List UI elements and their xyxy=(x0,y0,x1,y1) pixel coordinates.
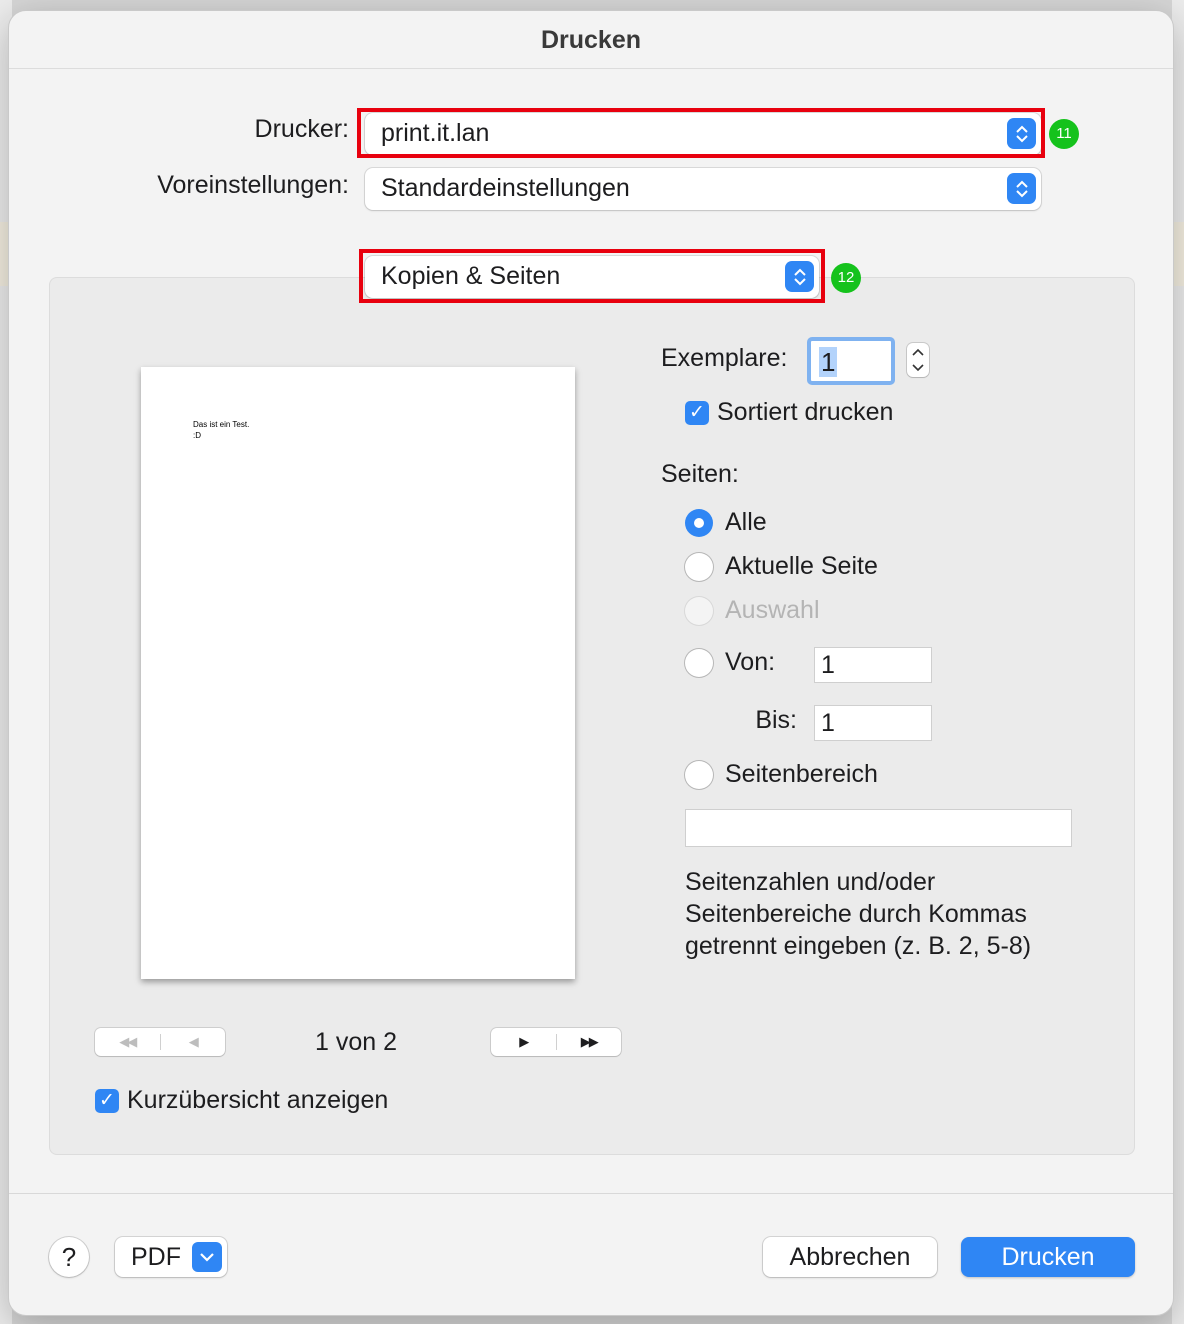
chevron-down-icon[interactable] xyxy=(912,364,924,372)
last-page-icon[interactable]: ▶▶ xyxy=(557,1034,622,1050)
footer-divider xyxy=(9,1193,1173,1194)
collate-label: Sortiert drucken xyxy=(717,398,894,426)
preview-text-line: :D xyxy=(193,431,201,440)
radio-page-range-label: Seitenbereich xyxy=(725,760,878,788)
page-range-help: Seitenzahlen und/oder Seitenbereiche dur… xyxy=(685,866,1031,962)
next-page-icon[interactable]: ▶ xyxy=(491,1034,556,1050)
from-page-field[interactable]: 1 xyxy=(814,647,932,683)
first-page-icon[interactable]: ◀◀ xyxy=(95,1034,160,1050)
chevron-down-icon xyxy=(192,1242,222,1272)
annotation-badge-printer: 11 xyxy=(1049,119,1079,149)
collate-checkbox[interactable]: ✓ xyxy=(685,401,709,425)
page-indicator: 1 von 2 xyxy=(315,1028,398,1056)
print-dialog: Drucken Drucker: print.it.lan 11 Voreins… xyxy=(8,10,1174,1316)
help-line: getrennt eingeben (z. B. 2, 5-8) xyxy=(685,932,1032,960)
radio-page-range[interactable] xyxy=(685,761,713,789)
preview-nav-back-group: ◀◀ ◀ xyxy=(95,1028,225,1056)
cancel-button[interactable]: Abbrechen xyxy=(763,1237,937,1277)
to-label: Bis: xyxy=(755,706,797,734)
printer-label: Drucker: xyxy=(254,115,349,143)
pages-label: Seiten: xyxy=(661,460,739,488)
show-thumbnails-label: Kurzübersicht anzeigen xyxy=(127,1086,389,1114)
to-page-field[interactable]: 1 xyxy=(814,705,932,741)
radio-all[interactable] xyxy=(685,509,713,537)
chevron-updown-icon xyxy=(1007,173,1036,204)
copies-stepper[interactable] xyxy=(907,343,929,377)
pdf-menu-button[interactable]: PDF xyxy=(115,1237,227,1277)
page-preview: Das ist ein Test. :D xyxy=(141,367,575,979)
copies-value: 1 xyxy=(819,347,838,377)
printer-highlight-box xyxy=(357,108,1045,158)
radio-current-page[interactable] xyxy=(685,553,713,581)
radio-from[interactable] xyxy=(685,649,713,677)
pdf-label: PDF xyxy=(131,1243,181,1271)
previous-page-icon[interactable]: ◀ xyxy=(161,1034,226,1050)
presets-value: Standardeinstellungen xyxy=(381,174,630,202)
show-thumbnails-checkbox[interactable]: ✓ xyxy=(95,1089,119,1113)
dialog-title: Drucken xyxy=(9,11,1173,69)
print-button[interactable]: Drucken xyxy=(961,1237,1135,1277)
radio-all-label: Alle xyxy=(725,508,767,536)
help-button[interactable]: ? xyxy=(49,1237,89,1277)
copies-label: Exemplare: xyxy=(661,344,788,372)
radio-selection xyxy=(685,597,713,625)
preview-nav-forward-group: ▶ ▶▶ xyxy=(491,1028,621,1056)
radio-current-page-label: Aktuelle Seite xyxy=(725,552,878,580)
help-line: Seitenzahlen und/oder xyxy=(685,868,936,896)
radio-selection-label: Auswahl xyxy=(725,596,820,624)
section-highlight-box xyxy=(359,249,825,303)
page-range-field[interactable] xyxy=(685,809,1072,847)
preview-text-line: Das ist ein Test. xyxy=(193,420,250,429)
help-line: Seitenbereiche durch Kommas xyxy=(685,900,1027,928)
radio-from-label: Von: xyxy=(725,648,776,676)
presets-popup[interactable]: Standardeinstellungen xyxy=(365,168,1041,210)
chevron-up-icon[interactable] xyxy=(912,348,924,356)
copies-input[interactable]: 1 xyxy=(807,337,895,385)
annotation-badge-section: 12 xyxy=(831,263,861,293)
presets-label: Voreinstellungen: xyxy=(157,171,349,199)
